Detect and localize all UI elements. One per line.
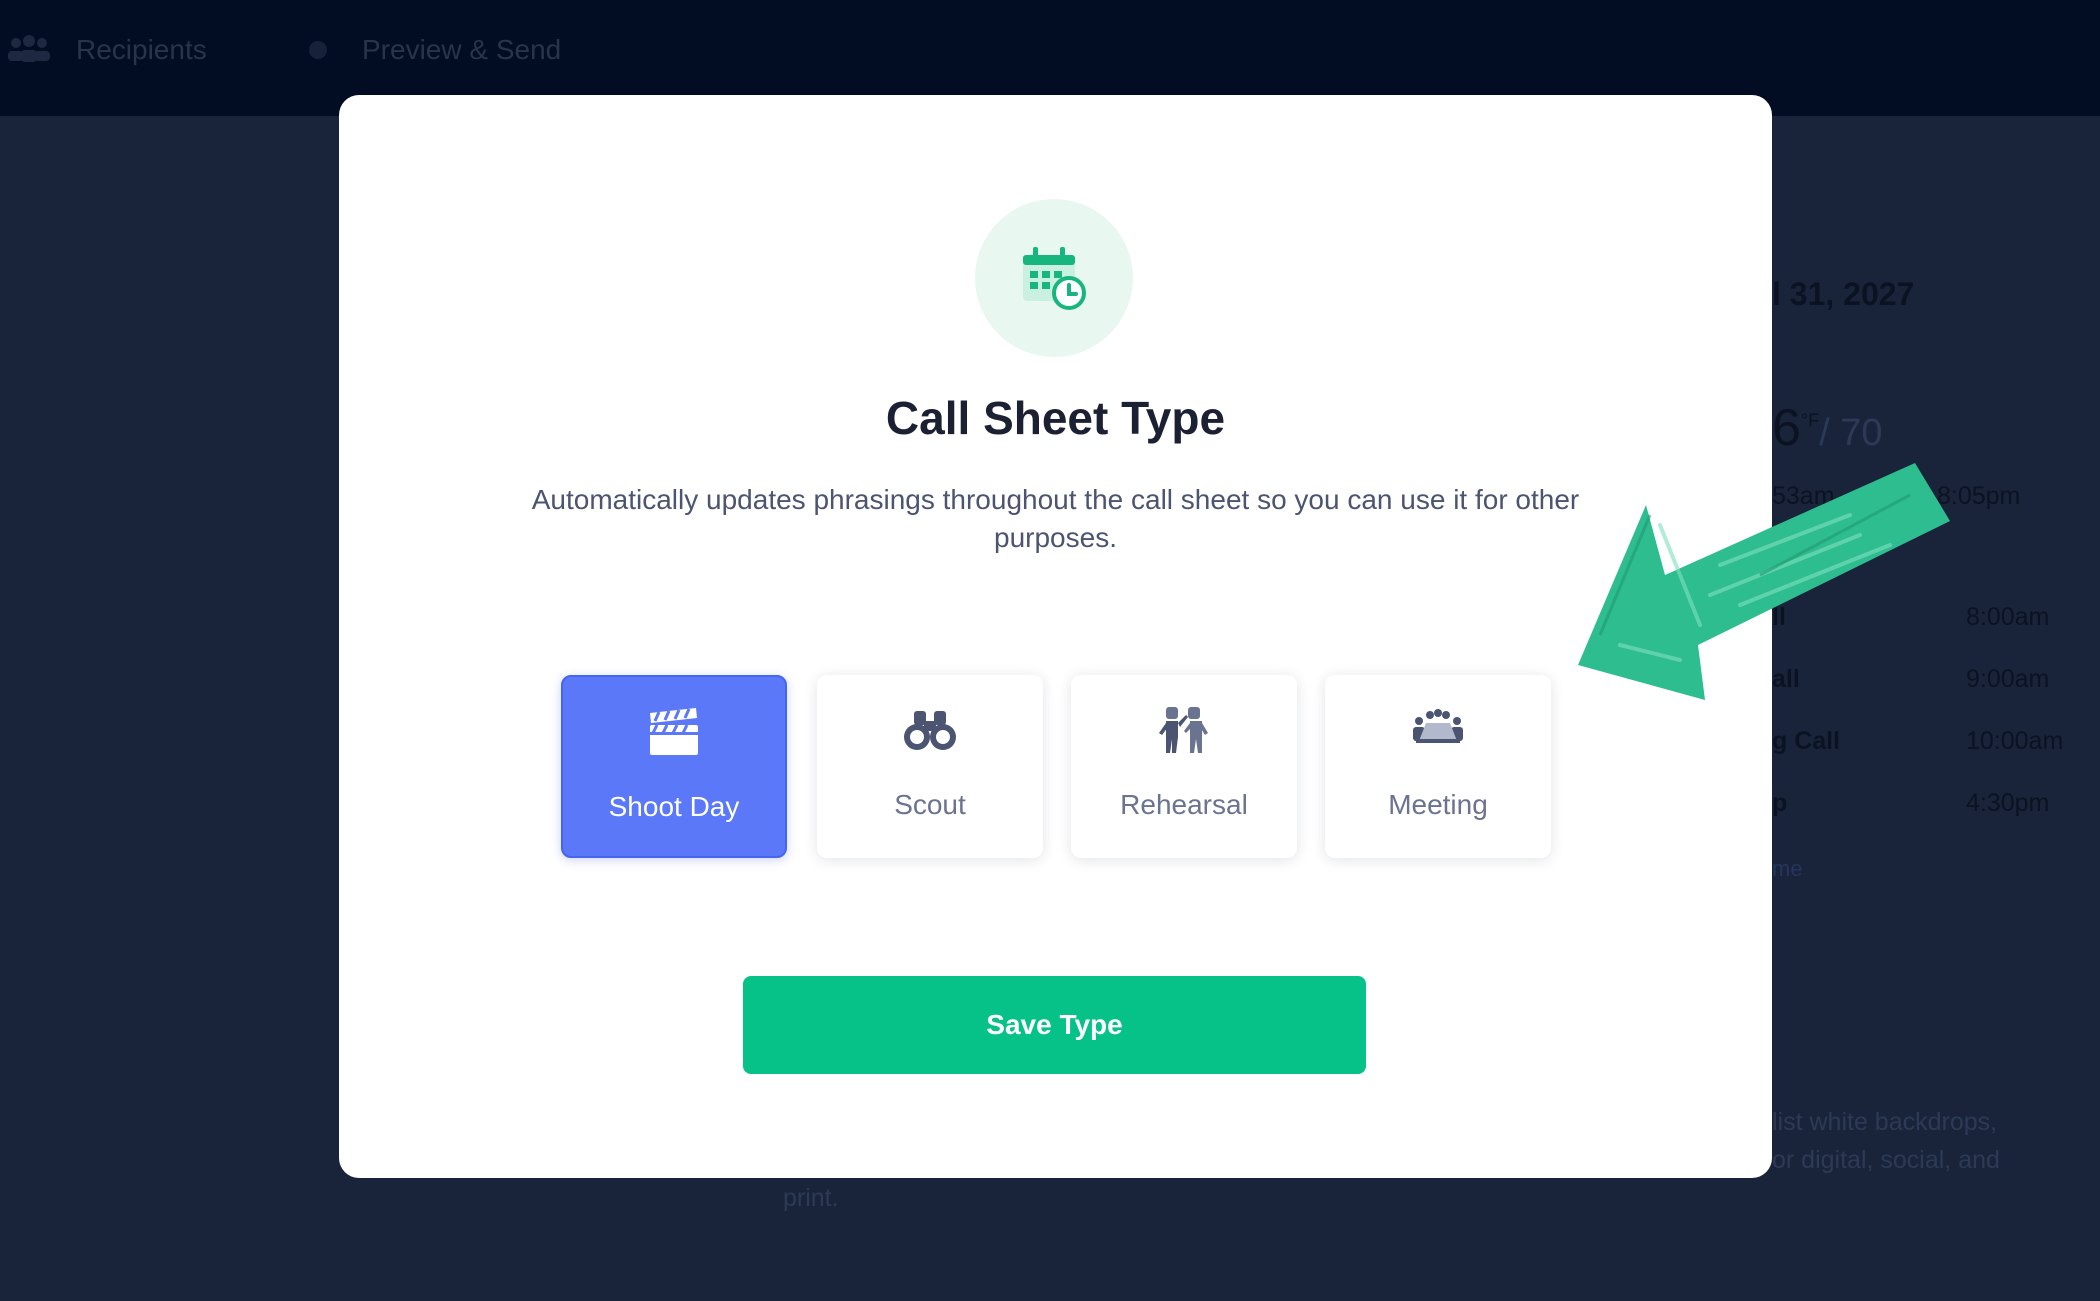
people-icon <box>6 35 52 65</box>
save-type-button[interactable]: Save Type <box>743 976 1366 1074</box>
type-option-label: Scout <box>894 789 966 820</box>
nav-step-preview-send[interactable]: Preview & Send <box>300 34 561 66</box>
calendar-clock-icon <box>1023 247 1086 310</box>
type-option-scout[interactable]: Scout <box>817 675 1043 858</box>
nav-step-label: Preview & Send <box>362 34 562 65</box>
actors-icon <box>1071 703 1297 759</box>
modal-title: Call Sheet Type <box>885 392 1226 444</box>
temp-high: 6 <box>1772 399 1801 457</box>
modal-description: Automatically updates phrasings througho… <box>531 484 1580 553</box>
type-option-label: Shoot Day <box>608 791 740 822</box>
schedule-time: 8:00am <box>1966 603 2050 631</box>
call-sheet-type-modal: Call Sheet Type Automatically updates ph… <box>339 95 1772 1178</box>
weather-temp: 6°F/ 70 <box>1772 398 1883 458</box>
type-option-label: Meeting <box>1388 789 1488 820</box>
binoculars-icon <box>817 703 1043 759</box>
notes-line: or digital, social, and <box>1772 1146 2000 1174</box>
type-option-shoot-day[interactable]: Shoot Day <box>561 675 787 858</box>
dot-icon <box>300 35 340 65</box>
background-link: me <box>1772 856 1803 881</box>
shoot-date: l 31, 2027 <box>1772 276 1915 312</box>
clapperboard-icon <box>563 705 785 761</box>
schedule-time: 10:00am <box>1966 727 2064 755</box>
call-sheet-type-options: Shoot Day Scout Rehearsal Meeting <box>561 675 1561 860</box>
schedule-label: p <box>1772 789 1788 817</box>
schedule-time: 9:00am <box>1966 665 2050 693</box>
type-option-meeting[interactable]: Meeting <box>1325 675 1551 858</box>
meeting-icon <box>1325 703 1551 759</box>
type-option-rehearsal[interactable]: Rehearsal <box>1071 675 1297 858</box>
nav-step-recipients[interactable]: Recipients <box>6 34 207 66</box>
nav-step-label: Recipients <box>76 34 207 65</box>
modal-header-icon <box>975 199 1133 357</box>
notes-line: print. <box>783 1184 839 1212</box>
temp-unit: °F <box>1800 410 1820 431</box>
schedule-time: 4:30pm <box>1966 789 2050 817</box>
temp-low: / 70 <box>1819 412 1883 454</box>
annotation-arrow-icon <box>1560 455 1960 740</box>
type-option-label: Rehearsal <box>1120 789 1248 820</box>
notes-line: list white backdrops, <box>1772 1108 1998 1136</box>
